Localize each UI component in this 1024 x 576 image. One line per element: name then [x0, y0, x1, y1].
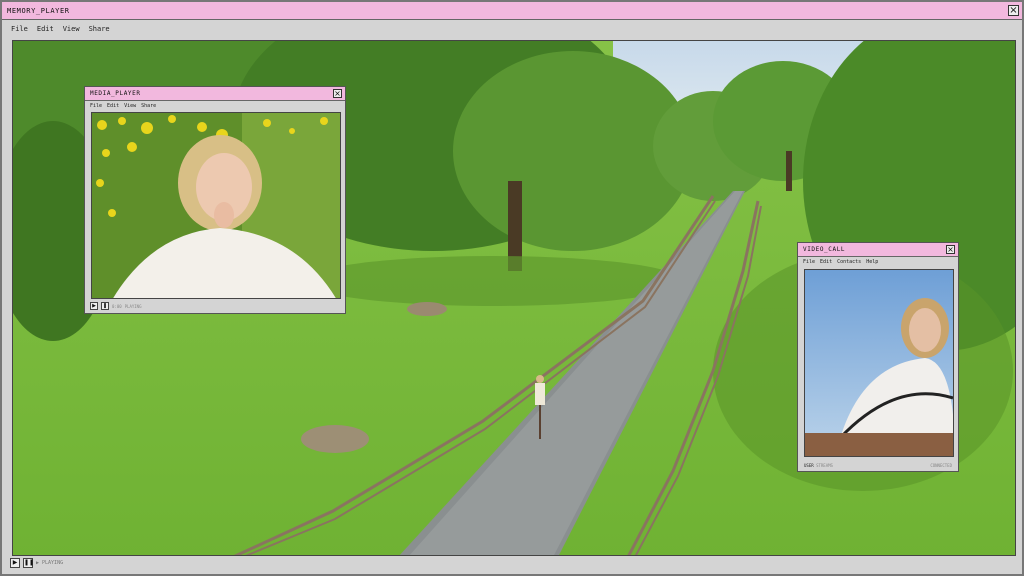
main-status-text: ▶ PLAYING: [36, 560, 64, 566]
media-menu-view[interactable]: View: [124, 103, 136, 109]
media-player-window: MEDIA_PLAYER × File Edit View Share ▶ ❚: [84, 86, 346, 314]
call-window-title: VIDEO_CALL: [803, 246, 846, 253]
video-call-window: VIDEO_CALL × File Edit Contacts Help USE…: [797, 242, 959, 472]
play-icon[interactable]: ▶: [90, 302, 98, 310]
main-titlebar[interactable]: MEMORY_PLAYER ×: [2, 2, 1022, 20]
main-menubar: File Edit View Share: [2, 20, 1022, 38]
call-menu-edit[interactable]: Edit: [820, 259, 832, 265]
call-menu-help[interactable]: Help: [866, 259, 878, 265]
media-menu-share[interactable]: Share: [141, 103, 156, 109]
close-icon[interactable]: ×: [946, 245, 955, 254]
media-menu-file[interactable]: File: [90, 103, 102, 109]
media-statusbar: ▶ ❚ 0:00 PLAYING: [90, 302, 142, 310]
media-titlebar[interactable]: MEDIA_PLAYER ×: [85, 87, 345, 101]
main-window-title: MEMORY_PLAYER: [7, 6, 70, 15]
menu-view[interactable]: View: [63, 25, 80, 33]
play-icon[interactable]: ▶: [10, 558, 20, 568]
media-menubar: File Edit View Share: [85, 101, 345, 111]
call-menu-file[interactable]: File: [803, 259, 815, 265]
menu-share[interactable]: Share: [89, 25, 110, 33]
close-icon[interactable]: ×: [1008, 5, 1019, 16]
call-menubar: File Edit Contacts Help: [798, 257, 958, 267]
main-statusbar: ▶ ❚❚ ▶ PLAYING: [10, 556, 63, 570]
woman-driving-image: [805, 270, 953, 456]
menu-edit[interactable]: Edit: [37, 25, 54, 33]
woman-flowers-image: [92, 113, 340, 298]
pause-icon[interactable]: ❚: [101, 302, 109, 310]
media-window-title: MEDIA_PLAYER: [90, 90, 141, 97]
call-user-label: USER: [804, 463, 814, 468]
media-status-text: PLAYING: [124, 303, 142, 309]
media-time: 0:00: [112, 303, 122, 309]
call-menu-contacts[interactable]: Contacts: [837, 259, 861, 265]
call-video-screen[interactable]: [804, 269, 954, 457]
call-user-value: STREAMS: [816, 463, 833, 468]
menu-file[interactable]: File: [11, 25, 28, 33]
pause-icon[interactable]: ❚❚: [23, 558, 34, 568]
media-menu-edit[interactable]: Edit: [107, 103, 119, 109]
close-icon[interactable]: ×: [333, 89, 342, 98]
call-status-text: CONNECTED: [930, 463, 952, 468]
call-statusbar: USER STREAMS CONNECTED: [804, 463, 952, 468]
media-video-screen[interactable]: [91, 112, 341, 299]
call-titlebar[interactable]: VIDEO_CALL ×: [798, 243, 958, 257]
